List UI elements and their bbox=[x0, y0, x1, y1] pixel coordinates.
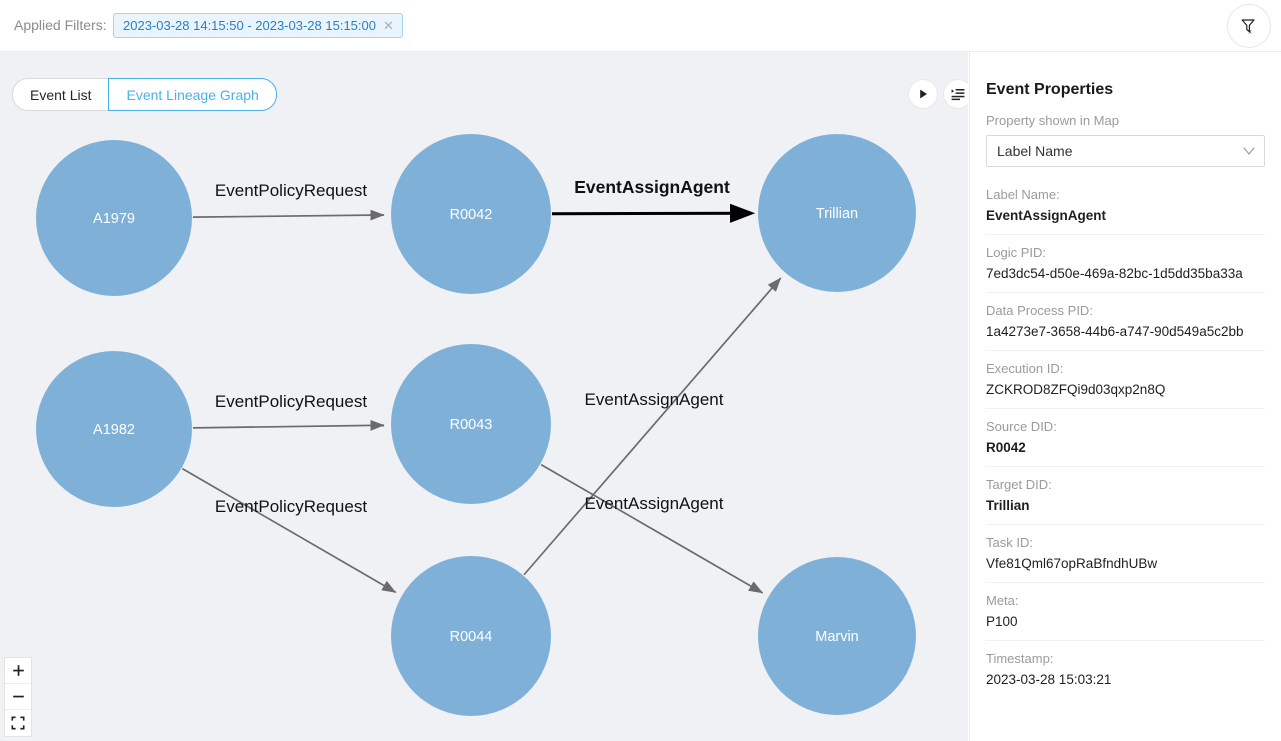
graph-edge[interactable] bbox=[182, 469, 395, 593]
lineage-graph-svg: A1979R0042TrillianA1982R0043R0044Marvin … bbox=[0, 52, 968, 741]
graph-node[interactable]: Trillian bbox=[758, 134, 916, 292]
graph-node[interactable]: Marvin bbox=[758, 557, 916, 715]
property-row: Data Process PID: 1a4273e7-3658-44b6-a747… bbox=[986, 292, 1265, 350]
view-tab-group: Event List Event Lineage Graph bbox=[12, 78, 277, 111]
graph-edge[interactable] bbox=[193, 215, 384, 217]
event-lineage-graph-page: Applied Filters: 2023-03-28 14:15:50 - 2… bbox=[0, 0, 1281, 741]
graph-edge-label[interactable]: EventPolicyRequest bbox=[215, 181, 367, 200]
graph-edge-label[interactable]: EventPolicyRequest bbox=[215, 497, 367, 516]
property-shown-in-map-value: Label Name bbox=[997, 143, 1073, 159]
event-properties-panel: Event Properties Property shown in Map L… bbox=[969, 52, 1281, 741]
graph-node[interactable]: R0044 bbox=[391, 556, 551, 716]
property-key: Label Name: bbox=[986, 186, 1265, 203]
tab-event-list[interactable]: Event List bbox=[12, 78, 108, 111]
applied-filters-label: Applied Filters: bbox=[14, 17, 107, 33]
toggle-properties-panel-button[interactable] bbox=[943, 79, 968, 109]
graph-edge-label[interactable]: EventAssignAgent bbox=[585, 494, 724, 513]
filter-clear-icon: x bbox=[1239, 16, 1259, 36]
play-icon bbox=[916, 87, 930, 101]
svg-text:x: x bbox=[1248, 29, 1252, 36]
property-value: R0042 bbox=[986, 438, 1265, 458]
property-row: Meta: P100 bbox=[986, 582, 1265, 640]
property-key: Data Process PID: bbox=[986, 302, 1265, 319]
fit-to-screen-button[interactable] bbox=[5, 710, 31, 736]
graph-edge[interactable] bbox=[193, 425, 384, 428]
graph-node[interactable]: R0043 bbox=[391, 344, 551, 504]
zoom-out-button[interactable] bbox=[5, 684, 31, 710]
play-animation-button[interactable] bbox=[908, 79, 938, 109]
filter-chip-label: 2023-03-28 14:15:50 - 2023-03-28 15:15:0… bbox=[123, 18, 376, 33]
graph-node-label: Marvin bbox=[815, 629, 859, 645]
property-key: Meta: bbox=[986, 592, 1265, 609]
property-shown-in-map-select[interactable]: Label Name bbox=[986, 135, 1265, 167]
graph-edge-label[interactable]: EventAssignAgent bbox=[574, 177, 730, 197]
zoom-controls bbox=[4, 657, 32, 737]
plus-icon bbox=[12, 664, 25, 677]
property-value: Trillian bbox=[986, 496, 1265, 516]
property-value: P100 bbox=[986, 612, 1265, 632]
property-row: Execution ID: ZCKROD8ZFQi9d03qxp2n8Q bbox=[986, 350, 1265, 408]
property-row: Label Name: EventAssignAgent bbox=[986, 177, 1265, 234]
lineage-graph-canvas[interactable]: A1979R0042TrillianA1982R0043R0044Marvin … bbox=[0, 52, 968, 741]
property-value: Vfe81Qml67opRaBfndhUBw bbox=[986, 554, 1265, 574]
graph-edge[interactable] bbox=[524, 278, 781, 575]
property-key: Task ID: bbox=[986, 534, 1265, 551]
graph-edge-label[interactable]: EventAssignAgent bbox=[585, 390, 724, 409]
property-value: EventAssignAgent bbox=[986, 206, 1265, 226]
graph-node-label: R0044 bbox=[450, 629, 493, 645]
property-rows: Label Name: EventAssignAgent Logic PID: 7ed… bbox=[986, 177, 1265, 698]
graph-node[interactable]: A1979 bbox=[36, 140, 192, 296]
filter-chip-remove-icon[interactable]: ✕ bbox=[383, 18, 394, 34]
property-value: 2023-03-28 15:03:21 bbox=[986, 670, 1265, 690]
property-row: Target DID: Trillian bbox=[986, 466, 1265, 524]
property-key: Execution ID: bbox=[986, 360, 1265, 377]
graph-node-label: A1982 bbox=[93, 422, 135, 438]
graph-node[interactable]: R0042 bbox=[391, 134, 551, 294]
property-row: Source DID: R0042 bbox=[986, 408, 1265, 466]
graph-node-label: R0042 bbox=[450, 207, 493, 223]
graph-edge-label[interactable]: EventPolicyRequest bbox=[215, 392, 367, 411]
graph-node-label: R0043 bbox=[450, 417, 493, 433]
graph-node-label: A1979 bbox=[93, 211, 135, 227]
list-view-icon bbox=[950, 86, 966, 102]
minus-icon bbox=[12, 690, 25, 703]
filter-chip-time-range[interactable]: 2023-03-28 14:15:50 - 2023-03-28 15:15:0… bbox=[113, 13, 403, 38]
graph-nodes-layer: A1979 R0042 Trillian A1982 R0043 R0044 Marvin bbox=[36, 134, 916, 716]
applied-filters-bar: Applied Filters: 2023-03-28 14:15:50 - 2… bbox=[0, 0, 1281, 52]
clear-filters-button[interactable]: x bbox=[1227, 4, 1271, 48]
zoom-in-button[interactable] bbox=[5, 658, 31, 684]
property-shown-in-map-label: Property shown in Map bbox=[986, 113, 1265, 128]
panel-title: Event Properties bbox=[986, 81, 1265, 99]
property-key: Timestamp: bbox=[986, 650, 1265, 667]
fit-screen-icon bbox=[11, 716, 25, 730]
graph-node-label: Trillian bbox=[816, 206, 858, 222]
property-key: Logic PID: bbox=[986, 244, 1265, 261]
graph-node[interactable]: A1982 bbox=[36, 351, 192, 507]
property-row: Timestamp: 2023-03-28 15:03:21 bbox=[986, 640, 1265, 698]
property-value: 7ed3dc54-d50e-469a-82bc-1d5dd35ba33a bbox=[986, 264, 1265, 284]
property-row: Task ID: Vfe81Qml67opRaBfndhUBw bbox=[986, 524, 1265, 582]
property-value: ZCKROD8ZFQi9d03qxp2n8Q bbox=[986, 380, 1265, 400]
property-value: 1a4273e7-3658-44b6-a747-90d549a5c2bb bbox=[986, 322, 1265, 342]
tab-event-lineage-graph[interactable]: Event Lineage Graph bbox=[108, 78, 276, 111]
property-row: Logic PID: 7ed3dc54-d50e-469a-82bc-1d5dd3… bbox=[986, 234, 1265, 292]
graph-edge[interactable] bbox=[552, 213, 751, 214]
property-key: Source DID: bbox=[986, 418, 1265, 435]
chevron-down-icon bbox=[1243, 147, 1255, 156]
graph-edge[interactable] bbox=[541, 465, 762, 593]
property-key: Target DID: bbox=[986, 476, 1265, 493]
